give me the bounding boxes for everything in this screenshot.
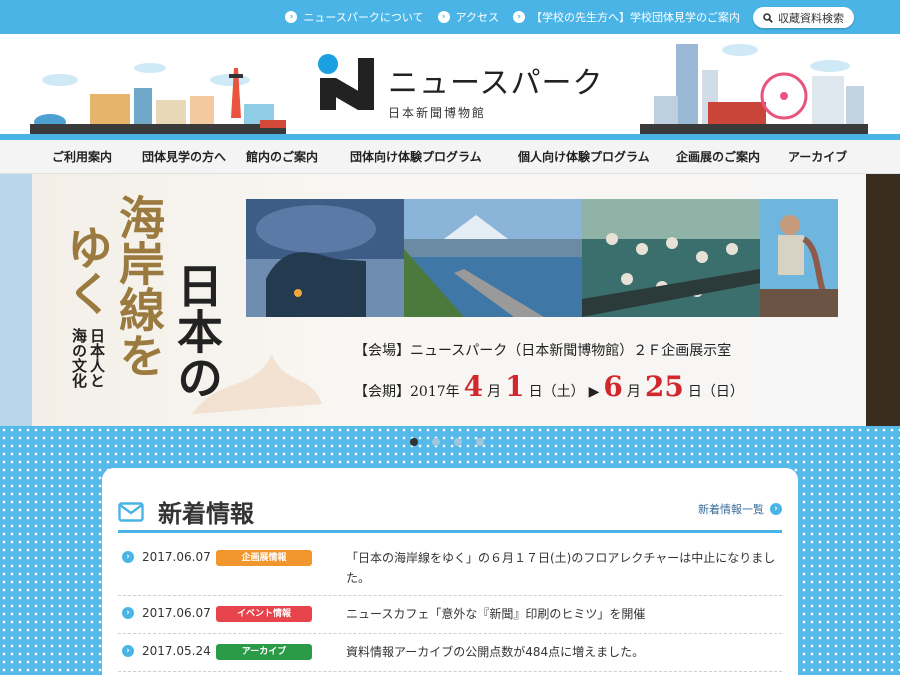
photo-dusk-coast bbox=[246, 199, 404, 317]
slider-dot-3[interactable] bbox=[454, 438, 462, 446]
start-month-suffix: 月 bbox=[487, 384, 502, 400]
slider-pagination bbox=[410, 438, 484, 446]
about-link[interactable]: › ニュースパークについて bbox=[285, 9, 424, 25]
news-section: 新着情報 新着情報一覧 › › 2017.06.07 企画展情報 「日本の海岸線… bbox=[102, 468, 798, 675]
slider-dot-1[interactable] bbox=[410, 438, 418, 446]
top-bar: › ニュースパークについて › アクセス › 【学校の先生方へ】学校団体見学のご… bbox=[0, 0, 900, 34]
previous-slide-peek[interactable] bbox=[0, 174, 32, 426]
hero-title-column-2: ゆく bbox=[60, 224, 114, 316]
hero-slide-exhibition[interactable]: 海岸線を ゆく 日本の 日本人と 海の文化 【会場】ニュースパーク（日本新聞博物… bbox=[32, 174, 866, 426]
period-label: 【会期】2017年 bbox=[354, 384, 460, 400]
arrow-right-icon: › bbox=[437, 11, 450, 23]
news-link[interactable]: 資料情報アーカイブの公開点数が484点に増えました。 bbox=[346, 642, 782, 662]
news-date: › 2017.06.07 bbox=[122, 606, 211, 620]
photo-fisherman-octopus bbox=[760, 199, 838, 317]
hero-venue-text: 【会場】ニュースパーク（日本新聞博物館）２Ｆ企画展示室 bbox=[354, 343, 732, 359]
collection-search-button[interactable]: 収蔵資料検索 bbox=[753, 7, 854, 28]
search-icon bbox=[763, 12, 773, 23]
news-title: 新着情報 bbox=[158, 500, 254, 528]
news-date-text: 2017.06.07 bbox=[142, 550, 211, 564]
newspark-logo-icon bbox=[318, 54, 374, 110]
hero-subtitle-column-2: 海の文化 bbox=[70, 328, 88, 388]
arrow-right-icon: › bbox=[122, 551, 134, 563]
nav-item-group-visit[interactable]: 団体見学の方へ bbox=[142, 140, 226, 174]
arrow-right-icon: › bbox=[285, 11, 298, 23]
period-arrow: ▶ bbox=[588, 384, 600, 400]
hero-period: 【会期】2017年 4 月 1 日（土） ▶ 6 月 25 日（日） bbox=[354, 370, 744, 403]
site-logo[interactable]: ニュースパーク 日本新聞博物館 bbox=[316, 52, 604, 121]
arrow-right-icon: › bbox=[122, 645, 134, 657]
news-row[interactable]: › 2017.06.07 企画展情報 「日本の海岸線をゆく」の６月１７日(土)の… bbox=[118, 550, 782, 596]
access-link[interactable]: › アクセス bbox=[437, 9, 499, 25]
start-month: 4 bbox=[463, 370, 484, 403]
news-date-text: 2017.06.07 bbox=[142, 606, 211, 620]
nav-item-guide[interactable]: ご利用案内 bbox=[52, 140, 112, 174]
category-badge-event: イベント情報 bbox=[216, 606, 312, 622]
mail-icon bbox=[118, 501, 144, 522]
arrow-right-icon: › bbox=[122, 607, 134, 619]
news-row[interactable]: › 2017.05.24 アーカイブ 資料情報アーカイブの公開点数が484点に増… bbox=[118, 644, 782, 672]
hero-title-column-3: 日本の bbox=[170, 262, 224, 400]
news-divider bbox=[118, 530, 782, 533]
end-day-of-week: 日（日） bbox=[687, 384, 744, 400]
teachers-link[interactable]: › 【学校の先生方へ】学校団体見学のご案内 bbox=[513, 9, 740, 25]
hero-slider[interactable]: 海岸線を ゆく 日本の 日本人と 海の文化 【会場】ニュースパーク（日本新聞博物… bbox=[0, 174, 900, 426]
nav-item-exhibitions[interactable]: 企画展のご案内 bbox=[676, 140, 760, 174]
teachers-link-label: 【学校の先生方へ】学校団体見学のご案内 bbox=[531, 11, 740, 24]
slider-dot-2[interactable] bbox=[432, 438, 440, 446]
news-more-link[interactable]: 新着情報一覧 › bbox=[698, 501, 782, 517]
category-badge-archive: アーカイブ bbox=[216, 644, 312, 660]
end-month-suffix: 月 bbox=[626, 384, 641, 400]
end-month: 6 bbox=[603, 370, 623, 403]
news-date: › 2017.05.24 bbox=[122, 644, 211, 658]
news-more-label: 新着情報一覧 bbox=[698, 503, 764, 516]
slider-dot-4[interactable] bbox=[476, 438, 484, 446]
arrow-right-icon: › bbox=[513, 11, 525, 23]
news-link[interactable]: ニュースカフェ「意外な『新聞』印刷のヒミツ」を開催 bbox=[346, 604, 782, 624]
yokohama-cityscape-left-illustration bbox=[30, 63, 286, 136]
nav-item-individual-programs[interactable]: 個人向け体験プログラム bbox=[518, 140, 650, 174]
news-row[interactable]: › 2017.06.07 イベント情報 ニュースカフェ「意外な『新聞』印刷のヒミ… bbox=[118, 606, 782, 634]
hero-subtitle-column-1: 日本人と bbox=[88, 328, 106, 388]
end-day: 25 bbox=[644, 370, 684, 403]
nav-item-group-programs[interactable]: 団体向け体験プログラム bbox=[350, 140, 482, 174]
arrow-right-icon: › bbox=[770, 503, 782, 515]
logo-subtitle: 日本新聞博物館 bbox=[388, 106, 487, 120]
news-date: › 2017.06.07 bbox=[122, 550, 211, 564]
about-link-label: ニュースパークについて bbox=[303, 11, 424, 24]
yokohama-cityscape-right-illustration bbox=[640, 44, 868, 136]
category-badge-exhibition: 企画展情報 bbox=[216, 550, 312, 566]
nav-item-floor-guide[interactable]: 館内のご案内 bbox=[246, 140, 318, 174]
news-header: 新着情報 bbox=[118, 494, 254, 529]
logo-title: ニュースパーク bbox=[388, 66, 604, 101]
next-slide-peek[interactable] bbox=[866, 174, 900, 426]
news-link[interactable]: 「日本の海岸線をゆく」の６月１７日(土)のフロアレクチャーは中止になりました。 bbox=[346, 548, 782, 588]
start-day-of-week: 日（土） bbox=[528, 384, 585, 400]
access-link-label: アクセス bbox=[455, 11, 499, 24]
search-button-label: 収蔵資料検索 bbox=[778, 11, 844, 25]
photo-boat-rowers bbox=[582, 199, 760, 317]
photo-mount-fuji-coast bbox=[404, 199, 582, 317]
news-date-text: 2017.05.24 bbox=[142, 644, 211, 658]
main-nav: ご利用案内 団体見学の方へ 館内のご案内 団体向け体験プログラム 個人向け体験プ… bbox=[0, 140, 900, 174]
nav-item-archive[interactable]: アーカイブ bbox=[788, 140, 847, 174]
hero-title-column-1: 海岸線を bbox=[112, 194, 166, 378]
start-day: 1 bbox=[505, 370, 525, 403]
